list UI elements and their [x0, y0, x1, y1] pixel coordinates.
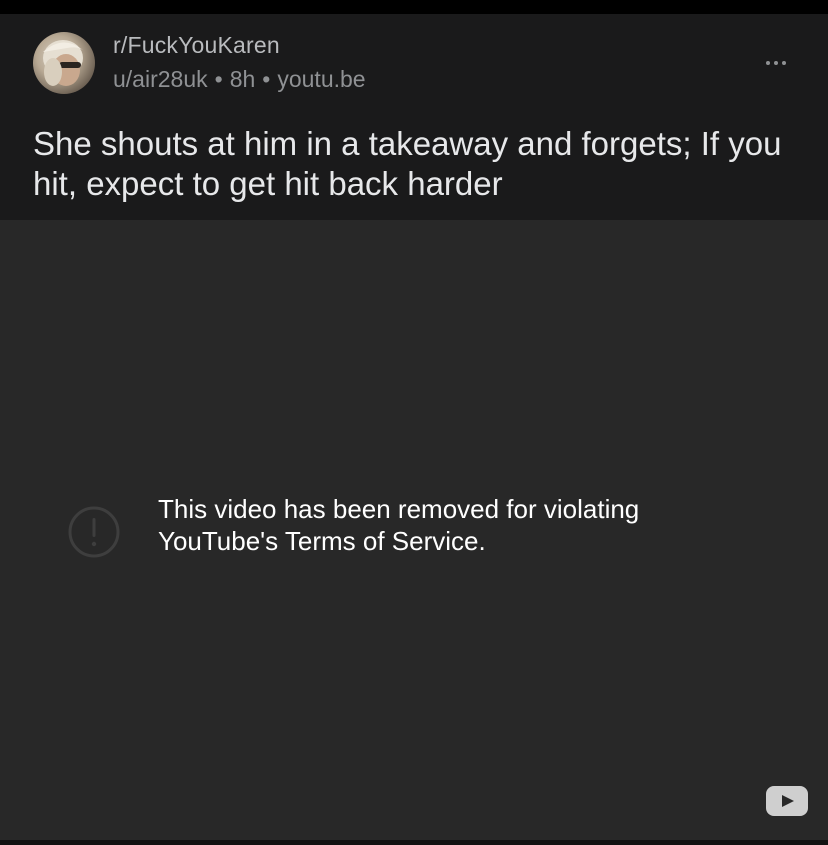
- bottom-strip: [0, 840, 828, 845]
- post-title[interactable]: She shouts at him in a takeaway and forg…: [33, 124, 793, 204]
- link-domain[interactable]: youtu.be: [277, 66, 365, 92]
- top-strip: [0, 0, 828, 14]
- youtube-play-icon[interactable]: [766, 786, 808, 816]
- author-link[interactable]: u/air28uk: [113, 66, 208, 92]
- video-error-message: This video has been removed for violatin…: [158, 494, 640, 556]
- subreddit-name[interactable]: r/FuckYouKaren: [113, 32, 280, 59]
- more-dots-icon: [782, 61, 786, 65]
- meta-separator: •: [262, 66, 271, 92]
- more-options-button[interactable]: [758, 50, 794, 76]
- more-dots-icon: [766, 61, 770, 65]
- post-age: 8h: [229, 66, 256, 92]
- more-dots-icon: [774, 61, 778, 65]
- post-meta: u/air28uk • 8h • youtu.be: [113, 66, 366, 93]
- video-player[interactable]: This video has been removed for violatin…: [0, 220, 828, 840]
- subreddit-avatar[interactable]: [33, 32, 95, 94]
- meta-separator: •: [214, 66, 223, 92]
- exclamation-circle-icon: [68, 506, 120, 558]
- post-header: r/FuckYouKaren u/air28uk • 8h • youtu.be She…: [0, 14, 828, 220]
- avatar-image: [43, 40, 83, 86]
